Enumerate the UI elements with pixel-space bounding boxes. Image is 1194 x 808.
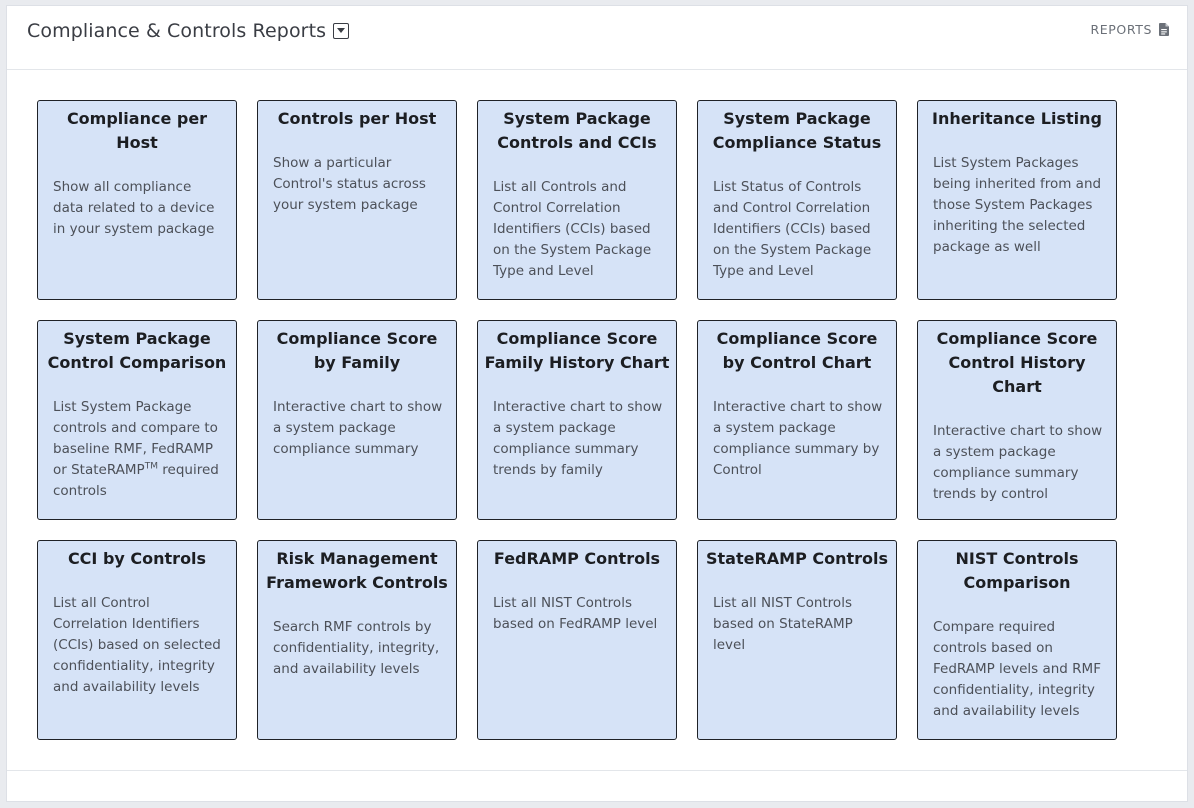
- card-title: System Package Control Comparison: [47, 329, 227, 372]
- trademark-superscript: TM: [144, 461, 158, 472]
- card-title: Risk Management Framework Controls: [266, 549, 448, 592]
- card-description: Compare required controls based on FedRA…: [933, 619, 1101, 719]
- card-title: Compliance Score Control History Chart: [936, 329, 1098, 396]
- card-description: Interactive chart to show a system packa…: [273, 399, 443, 457]
- card-title: Compliance per Host: [66, 109, 208, 152]
- document-icon: [1159, 23, 1169, 36]
- report-card-compliance-score-by-control-chart[interactable]: Compliance Score by Control Chart Intera…: [697, 320, 897, 520]
- card-description: List all NIST Controls based on StateRAM…: [713, 595, 853, 653]
- report-card-grid: Compliance per Host Show all compliance …: [37, 100, 1117, 740]
- card-title: Controls per Host: [277, 109, 437, 128]
- report-card-compliance-score-by-family[interactable]: Compliance Score by Family Interactive c…: [257, 320, 457, 520]
- report-card-controls-per-host[interactable]: Controls per Host Show a particular Cont…: [257, 100, 457, 300]
- card-title: StateRAMP Controls: [705, 549, 889, 568]
- report-card-compliance-score-family-history-chart[interactable]: Compliance Score Family History Chart In…: [477, 320, 677, 520]
- report-card-system-package-compliance-status[interactable]: System Package Compliance Status List St…: [697, 100, 897, 300]
- card-title: Compliance Score by Control Chart: [716, 329, 878, 372]
- card-description: List all Control Correlation Identifiers…: [53, 595, 221, 695]
- report-card-nist-controls-comparison[interactable]: NIST Controls Comparison Compare require…: [917, 540, 1117, 740]
- card-description: List Status of Controls and Control Corr…: [713, 179, 872, 279]
- report-card-cci-by-controls[interactable]: CCI by Controls List all Control Correla…: [37, 540, 237, 740]
- card-description: Interactive chart to show a system packa…: [493, 399, 663, 478]
- page-title-text: Compliance & Controls Reports: [27, 20, 327, 42]
- card-description: List all NIST Controls based on FedRAMP …: [493, 595, 658, 632]
- card-title: Inheritance Listing: [932, 109, 1102, 128]
- report-card-risk-management-framework-controls[interactable]: Risk Management Framework Controls Searc…: [257, 540, 457, 740]
- panel-header: Compliance & Controls Reports REPORTS: [7, 6, 1187, 70]
- card-title: System Package Controls and CCIs: [497, 109, 657, 152]
- page-title: Compliance & Controls Reports: [27, 20, 350, 42]
- card-title: CCI by Controls: [67, 549, 207, 568]
- report-card-inheritance-listing[interactable]: Inheritance Listing List System Packages…: [917, 100, 1117, 300]
- reports-panel: Compliance & Controls Reports REPORTS Co…: [6, 5, 1188, 802]
- footer-divider: [7, 770, 1187, 771]
- report-card-compliance-per-host[interactable]: Compliance per Host Show all compliance …: [37, 100, 237, 300]
- report-card-system-package-control-comparison[interactable]: System Package Control Comparison List S…: [37, 320, 237, 520]
- caret-down-square-icon[interactable]: [333, 23, 350, 39]
- card-description: List System Packages being inherited fro…: [933, 155, 1102, 255]
- card-title: NIST Controls Comparison: [955, 549, 1079, 592]
- card-description: Interactive chart to show a system packa…: [713, 399, 883, 478]
- card-description: Show all compliance data related to a de…: [53, 179, 215, 237]
- card-description: Search RMF controls by confidentiality, …: [273, 619, 440, 677]
- report-card-system-package-controls-and-ccis[interactable]: System Package Controls and CCIs List al…: [477, 100, 677, 300]
- card-title: Compliance Score Family History Chart: [484, 329, 670, 372]
- card-description: List all Controls and Control Correlatio…: [493, 179, 652, 279]
- reports-link[interactable]: REPORTS: [1090, 22, 1169, 37]
- card-title: FedRAMP Controls: [493, 549, 661, 568]
- report-card-compliance-score-control-history-chart[interactable]: Compliance Score Control History Chart I…: [917, 320, 1117, 520]
- report-card-fedramp-controls[interactable]: FedRAMP Controls List all NIST Controls …: [477, 540, 677, 740]
- card-title: System Package Compliance Status: [712, 109, 882, 152]
- card-description: Interactive chart to show a system packa…: [933, 423, 1103, 502]
- reports-link-label: REPORTS: [1090, 22, 1152, 37]
- card-title: Compliance Score by Family: [276, 329, 438, 372]
- card-description: Show a particular Control's status acros…: [273, 155, 426, 213]
- report-card-stateramp-controls[interactable]: StateRAMP Controls List all NIST Control…: [697, 540, 897, 740]
- card-description: List System Package controls and compare…: [53, 397, 224, 502]
